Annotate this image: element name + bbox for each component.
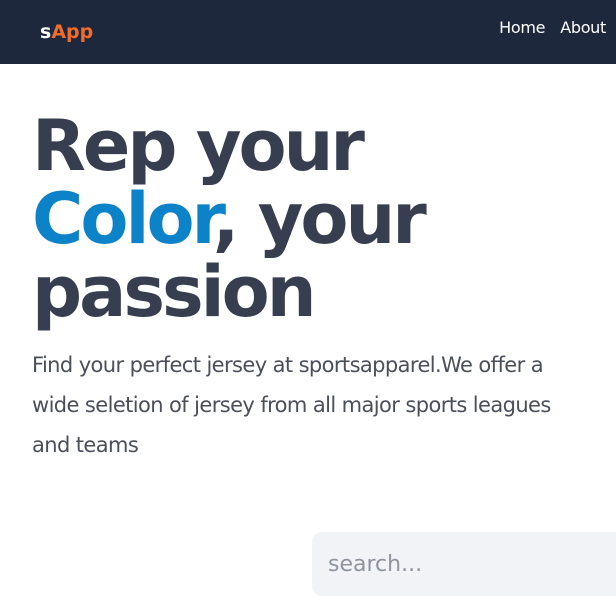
search-input[interactable] bbox=[328, 551, 616, 577]
hero-title-line-3: passion bbox=[32, 251, 317, 333]
nav-links: Home About bbox=[499, 18, 606, 38]
hero-title-line-2-rest: , your bbox=[212, 178, 427, 260]
hero-title-line-1: Rep your bbox=[32, 105, 365, 187]
hero-description: Find your perfect jersey at sportsappare… bbox=[32, 353, 551, 457]
hero-title: Rep your Color, your passion bbox=[32, 110, 427, 329]
logo-part-1: s bbox=[40, 21, 52, 43]
navbar: sApp Home About bbox=[0, 0, 616, 64]
hero-title-accent: Color bbox=[32, 178, 216, 260]
nav-link-home[interactable]: Home bbox=[499, 18, 545, 38]
nav-link-about[interactable]: About bbox=[560, 18, 606, 38]
search-box[interactable] bbox=[312, 532, 616, 596]
logo[interactable]: sApp bbox=[40, 21, 93, 43]
logo-part-2: App bbox=[51, 21, 94, 43]
